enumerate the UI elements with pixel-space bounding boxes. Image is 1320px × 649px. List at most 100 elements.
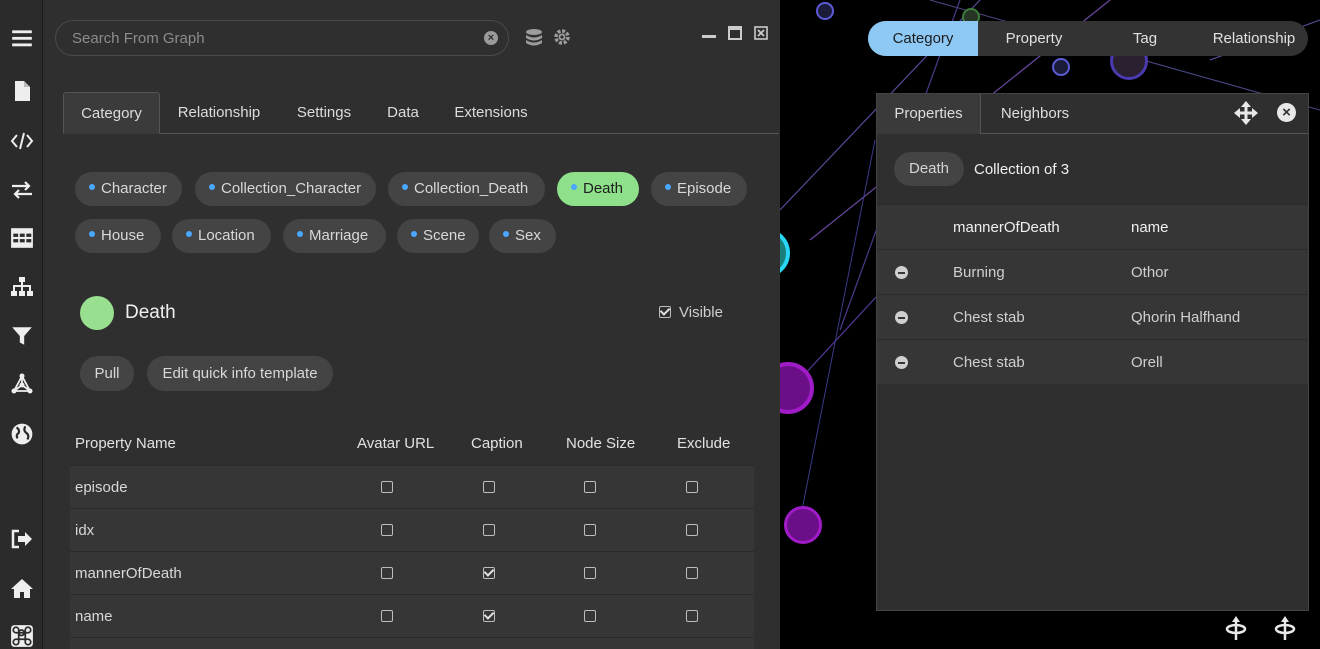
table-row: mannerOfDeath [70, 551, 754, 594]
avatar-checkbox[interactable] [381, 567, 393, 579]
table-icon[interactable] [10, 226, 34, 250]
icon-sidebar [0, 0, 43, 649]
graph-tab-property[interactable]: Property [978, 21, 1090, 56]
tab-category[interactable]: Category [63, 92, 160, 134]
database-icon[interactable] [524, 28, 544, 48]
tab-extensions[interactable]: Extensions [439, 92, 543, 134]
network-icon[interactable] [10, 372, 34, 396]
remove-icon[interactable] [895, 266, 908, 279]
size-checkbox[interactable] [584, 524, 596, 536]
caption-checkbox[interactable] [483, 610, 495, 622]
category-chip-selected[interactable]: Death [557, 172, 639, 206]
popup-tab-properties[interactable]: Properties [877, 94, 981, 134]
popup-cell-manner: Burning [953, 264, 1005, 281]
remove-icon[interactable] [895, 311, 908, 324]
category-chip[interactable]: Character [75, 172, 182, 206]
home-icon[interactable] [10, 576, 34, 600]
popup-row: Chest stab Qhorin Halfhand [877, 294, 1308, 339]
panel-tab-bar: Category Relationship Settings Data Exte… [63, 92, 779, 134]
popup-col-name: name [1131, 219, 1169, 236]
col-node-size: Node Size [566, 435, 636, 452]
search-input[interactable] [72, 21, 472, 55]
graph-tab-category[interactable]: Category [868, 21, 978, 56]
popup-cell-manner: Chest stab [953, 309, 1025, 326]
popup-col-manner: mannerOfDeath [953, 219, 1060, 236]
graph-tab-bar: Category Property Tag Relationship [868, 21, 1308, 56]
caption-checkbox[interactable] [483, 567, 495, 579]
gear-icon[interactable] [553, 28, 571, 46]
popup-row: Burning Othor [877, 249, 1308, 294]
clear-icon[interactable]: × [484, 31, 498, 45]
exclude-checkbox[interactable] [686, 481, 698, 493]
graph-node[interactable] [1052, 58, 1070, 76]
visible-checkbox[interactable] [659, 306, 671, 318]
filter-icon[interactable] [10, 324, 34, 348]
popup-cell-manner: Chest stab [953, 354, 1025, 371]
move-icon[interactable] [1234, 101, 1258, 125]
popup-tab-neighbors[interactable]: Neighbors [981, 94, 1089, 134]
col-caption: Caption [471, 435, 523, 452]
minimize-icon[interactable] [702, 26, 716, 40]
exclude-checkbox[interactable] [686, 567, 698, 579]
app-root: Category Property Tag Relationship Prope… [0, 0, 1320, 649]
tab-settings[interactable]: Settings [279, 92, 369, 134]
graph-tab-tag[interactable]: Tag [1090, 21, 1200, 56]
rotate-left-icon[interactable] [1221, 614, 1251, 644]
code-icon[interactable] [10, 129, 34, 153]
category-chip[interactable]: Sex [489, 219, 556, 253]
size-checkbox[interactable] [584, 567, 596, 579]
category-chip[interactable]: Episode [651, 172, 747, 206]
category-chip[interactable]: Scene [397, 219, 479, 253]
search-box: × [55, 20, 509, 56]
category-chip[interactable]: Location [172, 219, 271, 253]
edit-template-button[interactable]: Edit quick info template [147, 356, 333, 391]
avatar-checkbox[interactable] [381, 610, 393, 622]
category-chip[interactable]: Collection_Death [388, 172, 545, 206]
command-icon[interactable] [10, 624, 34, 648]
avatar-checkbox[interactable] [381, 481, 393, 493]
swap-icon[interactable] [10, 178, 34, 202]
remove-icon[interactable] [895, 356, 908, 369]
popup-row: Chest stab Orell [877, 339, 1308, 384]
avatar-checkbox[interactable] [381, 524, 393, 536]
category-panel: × Category Relationship Settings Data Ex… [43, 0, 780, 649]
table-row: name [70, 594, 754, 637]
category-chip[interactable]: Marriage [283, 219, 386, 253]
graph-node[interactable] [784, 506, 822, 544]
property-name: mannerOfDeath [75, 565, 182, 582]
exclude-checkbox[interactable] [686, 610, 698, 622]
graph-node[interactable] [816, 2, 834, 20]
visible-toggle[interactable]: Visible [659, 304, 723, 321]
category-chip[interactable]: House [75, 219, 161, 253]
close-icon[interactable]: × [1277, 103, 1296, 122]
col-avatar-url: Avatar URL [357, 435, 435, 452]
file-icon[interactable] [10, 79, 34, 103]
pull-button[interactable]: Pull [80, 356, 134, 391]
visible-label: Visible [679, 304, 723, 321]
table-row: idx [70, 508, 754, 551]
tab-data[interactable]: Data [371, 92, 435, 134]
exclude-checkbox[interactable] [686, 524, 698, 536]
caption-checkbox[interactable] [483, 524, 495, 536]
logout-icon[interactable] [10, 527, 34, 551]
property-name: episode [75, 479, 128, 496]
collection-label: Collection of 3 [974, 161, 1070, 178]
rotate-right-icon[interactable] [1270, 614, 1300, 644]
maximize-icon[interactable] [728, 26, 742, 40]
globe-icon[interactable] [10, 422, 34, 446]
property-name: name [75, 608, 113, 625]
tab-relationship[interactable]: Relationship [163, 92, 275, 134]
size-checkbox[interactable] [584, 610, 596, 622]
property-name: idx [75, 522, 95, 539]
hierarchy-icon[interactable] [10, 275, 34, 299]
close-window-icon[interactable] [754, 26, 768, 40]
caption-checkbox[interactable] [483, 481, 495, 493]
menu-icon[interactable] [10, 26, 34, 50]
graph-tab-relationship[interactable]: Relationship [1200, 21, 1308, 56]
category-chip[interactable]: Collection_Character [195, 172, 376, 206]
popup-cell-name: Othor [1131, 264, 1169, 281]
col-property-name: Property Name [75, 435, 176, 452]
category-color-swatch[interactable] [80, 296, 114, 330]
popup-category-chip[interactable]: Death [894, 152, 965, 186]
size-checkbox[interactable] [584, 481, 596, 493]
